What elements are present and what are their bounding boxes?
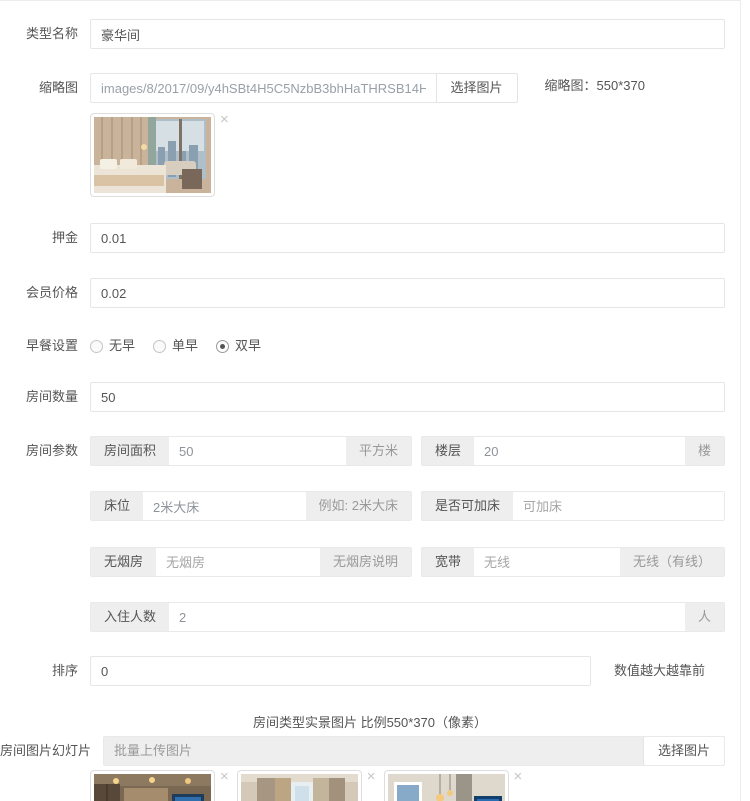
gallery-thumb-1 (90, 770, 215, 801)
gallery-select-button[interactable]: 选择图片 (643, 737, 724, 765)
gallery-remove-icon-1[interactable]: × (220, 770, 229, 801)
gallery-image-2 (241, 774, 358, 801)
sort-label: 排序 (0, 656, 78, 686)
room-type-edit-form: 类型名称 缩略图 选择图片 缩略图：550*370 (0, 0, 741, 801)
thumbnail-label: 缩略图 (0, 73, 78, 103)
member-price-input[interactable] (90, 278, 725, 308)
thumbnail-preview-row: × (0, 113, 740, 197)
breakfast-row: 早餐设置 无早 单早 双早 (0, 336, 740, 356)
thumbnail-preview (90, 113, 215, 197)
deposit-row: 押金 (0, 223, 740, 253)
bed-group: 床位 例如: 2米大床 (90, 491, 412, 521)
broadband-unit: 无线（有线） (620, 548, 724, 576)
bed-example: 例如: 2米大床 (306, 492, 411, 520)
radio-single-breakfast[interactable]: 单早 (153, 336, 198, 356)
occupancy-unit: 人 (685, 603, 724, 631)
radio-no-breakfast[interactable]: 无早 (90, 336, 135, 356)
occupancy-label: 入住人数 (91, 603, 169, 631)
room-params-label: 房间参数 (0, 436, 78, 466)
bed-input[interactable] (143, 492, 306, 520)
gallery-remove-icon-2[interactable]: × (367, 770, 376, 801)
deposit-input[interactable] (90, 223, 725, 253)
thumbnail-remove-icon[interactable]: × (220, 113, 229, 127)
thumbnail-path-input[interactable] (90, 73, 436, 103)
room-params-section: 房间参数 房间面积 平方米 楼层 楼 床位 例如: 2米大床 (0, 436, 740, 632)
extra-bed-group: 是否可加床 (421, 491, 725, 521)
room-area-input[interactable] (169, 437, 346, 465)
radio-checked-icon[interactable] (216, 340, 229, 353)
no-smoking-group: 无烟房 无烟房说明 (90, 547, 412, 577)
radio-double-breakfast[interactable]: 双早 (216, 336, 261, 356)
type-name-input[interactable] (90, 19, 725, 49)
gallery-upload-row: 房间图片幻灯片 批量上传图片 选择图片 (0, 736, 740, 766)
extra-bed-input[interactable] (513, 492, 724, 520)
no-smoking-label: 无烟房 (91, 548, 156, 576)
breakfast-label: 早餐设置 (0, 336, 78, 356)
radio-label: 双早 (235, 336, 261, 356)
thumbnail-image (94, 117, 211, 193)
radio-icon[interactable] (153, 340, 166, 353)
member-price-label: 会员价格 (0, 278, 78, 308)
gallery-upload-bar: 批量上传图片 选择图片 (103, 736, 725, 766)
floor-unit: 楼 (685, 437, 724, 465)
radio-label: 无早 (109, 336, 135, 356)
room-count-row: 房间数量 (0, 382, 740, 412)
room-count-input[interactable] (90, 382, 725, 412)
room-count-label: 房间数量 (0, 382, 78, 412)
gallery-upload-placeholder: 批量上传图片 (104, 737, 643, 765)
gallery-image-3 (388, 774, 505, 801)
gallery-remove-icon-3[interactable]: × (514, 770, 523, 801)
room-area-unit: 平方米 (346, 437, 411, 465)
extra-bed-label: 是否可加床 (422, 492, 513, 520)
gallery-thumb-3 (384, 770, 509, 801)
room-area-group: 房间面积 平方米 (90, 436, 412, 466)
occupancy-input[interactable] (169, 603, 685, 631)
gallery-item: × (237, 770, 376, 801)
thumbnail-select-button[interactable]: 选择图片 (436, 73, 518, 103)
sort-hint: 数值越大越靠前 (614, 656, 705, 686)
broadband-group: 宽带 无线（有线） (421, 547, 725, 577)
occupancy-group: 入住人数 人 (90, 602, 725, 632)
no-smoking-note: 无烟房说明 (320, 548, 411, 576)
gallery-item: × (90, 770, 229, 801)
broadband-input[interactable] (474, 548, 620, 576)
gallery-thumbs-row: × × (0, 770, 740, 801)
gallery-heading: 房间类型实景图片 比例550*370（像素） (0, 712, 740, 731)
floor-input[interactable] (474, 437, 685, 465)
member-price-row: 会员价格 (0, 278, 740, 308)
floor-group: 楼层 楼 (421, 436, 725, 466)
sort-input[interactable] (90, 656, 591, 686)
floor-label: 楼层 (422, 437, 474, 465)
thumbnail-size-hint: 缩略图：550*370 (545, 73, 645, 99)
room-area-label: 房间面积 (91, 437, 169, 465)
no-smoking-input[interactable] (156, 548, 320, 576)
sort-row: 排序 数值越大越靠前 (0, 656, 740, 686)
gallery-label: 房间图片幻灯片 (0, 736, 91, 766)
broadband-label: 宽带 (422, 548, 474, 576)
bed-label: 床位 (91, 492, 143, 520)
gallery-image-1 (94, 774, 211, 801)
radio-icon[interactable] (90, 340, 103, 353)
gallery-item: × (384, 770, 523, 801)
thumbnail-row: 缩略图 选择图片 缩略图：550*370 (0, 73, 740, 103)
deposit-label: 押金 (0, 223, 78, 253)
type-name-label: 类型名称 (0, 19, 78, 49)
radio-label: 单早 (172, 336, 198, 356)
type-name-row: 类型名称 (0, 19, 740, 49)
gallery-thumb-2 (237, 770, 362, 801)
